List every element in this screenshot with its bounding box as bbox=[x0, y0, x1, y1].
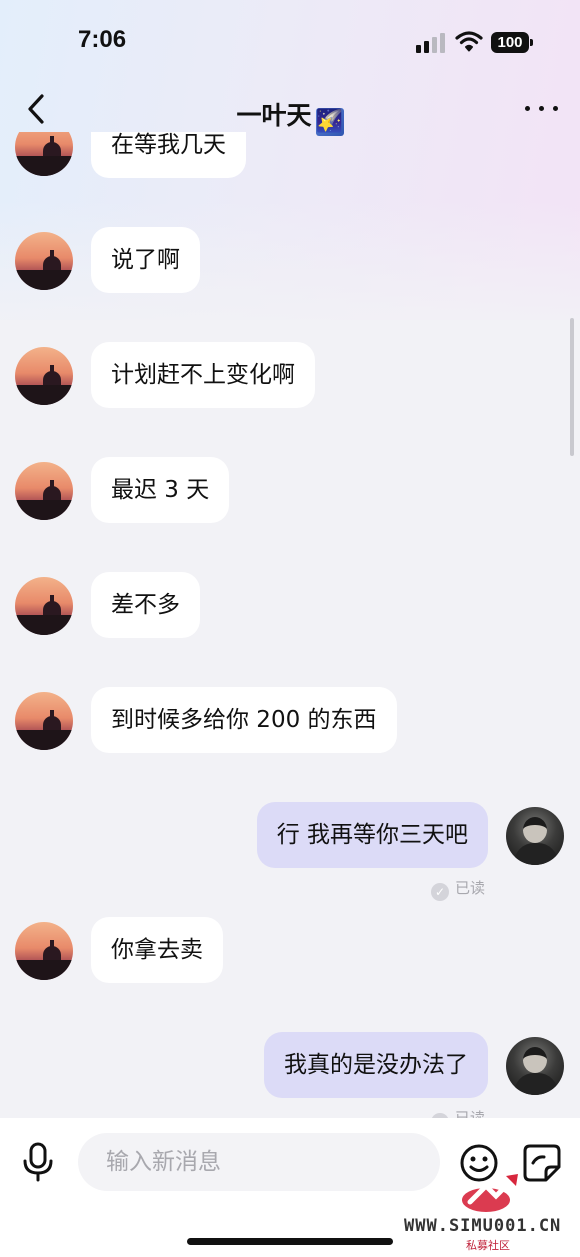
check-icon: ✓ bbox=[431, 883, 449, 901]
home-indicator[interactable] bbox=[187, 1238, 393, 1245]
read-receipt: ✓已读 bbox=[431, 1108, 485, 1118]
my-avatar[interactable] bbox=[506, 807, 564, 865]
message-bubble-received[interactable]: 在等我几天 bbox=[91, 132, 246, 178]
scrollbar[interactable] bbox=[570, 318, 574, 456]
message-bubble-received[interactable]: 最迟 3 天 bbox=[91, 457, 230, 523]
status-time: 7:06 bbox=[78, 26, 127, 53]
watermark-label: 私募社区 bbox=[466, 1239, 510, 1252]
message-bubble-sent[interactable]: 我真的是没办法了 bbox=[264, 1032, 488, 1098]
contact-avatar[interactable] bbox=[15, 922, 73, 980]
watermark-logo bbox=[462, 1174, 518, 1212]
message-bubble-received[interactable]: 差不多 bbox=[91, 572, 200, 638]
message-bubble-sent[interactable]: 行 我再等你三天吧 bbox=[256, 802, 488, 868]
chat-title: 一叶天 🌠 bbox=[0, 96, 580, 136]
watermark-site: WWW.SIMU001.CN bbox=[404, 1216, 562, 1236]
message-bubble-received[interactable]: 到时候多给你 200 的东西 bbox=[91, 687, 397, 753]
my-avatar[interactable] bbox=[506, 1037, 564, 1095]
message-bubble-received[interactable]: 你拿去卖 bbox=[91, 917, 223, 983]
sticker-icon[interactable] bbox=[522, 1143, 562, 1183]
contact-avatar[interactable] bbox=[15, 692, 73, 750]
contact-avatar[interactable] bbox=[15, 232, 73, 290]
microphone-icon[interactable] bbox=[20, 1142, 56, 1182]
battery-indicator: 100 bbox=[491, 32, 533, 53]
message-list[interactable]: 在等我几天 说了啊 计划赶不上变化啊 最迟 3 天 差不多 到时候多给你 200… bbox=[0, 132, 580, 1118]
more-options-button[interactable] bbox=[524, 104, 560, 114]
contact-name: 一叶天 bbox=[236, 101, 312, 130]
message-input[interactable] bbox=[78, 1133, 440, 1191]
contact-avatar[interactable] bbox=[15, 462, 73, 520]
message-bubble-received[interactable]: 说了啊 bbox=[91, 227, 200, 293]
wifi-icon bbox=[455, 31, 483, 52]
read-receipt: ✓已读 bbox=[431, 878, 485, 901]
contact-avatar[interactable] bbox=[15, 132, 73, 176]
cellular-signal-icon bbox=[416, 33, 446, 53]
contact-avatar[interactable] bbox=[15, 577, 73, 635]
message-bubble-received[interactable]: 计划赶不上变化啊 bbox=[91, 342, 315, 408]
contact-avatar[interactable] bbox=[15, 347, 73, 405]
